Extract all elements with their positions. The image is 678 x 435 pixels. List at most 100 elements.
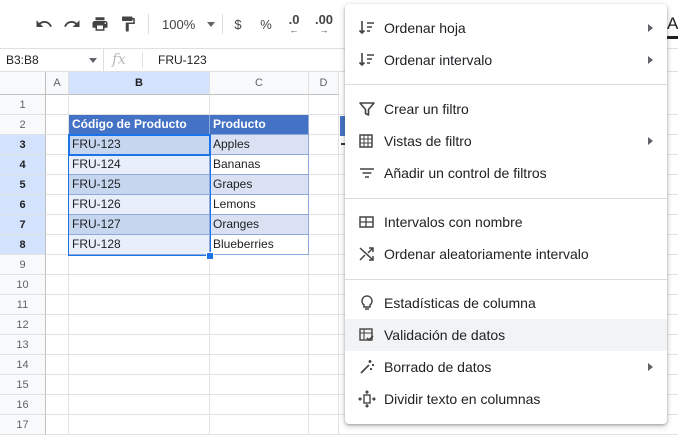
row-header[interactable]: 2 bbox=[0, 115, 46, 135]
row-header[interactable]: 5 bbox=[0, 175, 46, 195]
menu-item-filter-views[interactable]: Vistas de filtro bbox=[345, 125, 667, 157]
table-cell[interactable]: FRU-128 bbox=[69, 235, 210, 255]
table-cell[interactable]: Grapes bbox=[210, 175, 309, 195]
column-header-c[interactable]: C bbox=[210, 72, 309, 95]
sort-icon bbox=[358, 21, 374, 35]
slicer-icon bbox=[360, 168, 374, 178]
grid-line bbox=[338, 95, 339, 435]
split-columns-icon bbox=[358, 390, 376, 408]
row-header[interactable]: 7 bbox=[0, 215, 46, 235]
menu-item-label: Vistas de filtro bbox=[384, 133, 472, 149]
redo-icon bbox=[64, 20, 80, 27]
named-range-icon bbox=[359, 216, 374, 228]
row-header[interactable]: 12 bbox=[0, 315, 46, 335]
menu-item-sort-sheet[interactable]: Ordenar hoja bbox=[345, 12, 667, 44]
row-header[interactable]: 1 bbox=[0, 95, 46, 115]
zoom-select[interactable]: 100% bbox=[156, 12, 216, 36]
row-header[interactable]: 15 bbox=[0, 375, 46, 395]
menu-item-label: Intervalos con nombre bbox=[384, 214, 523, 230]
name-box[interactable]: B3:B8 bbox=[0, 49, 104, 71]
data-validation-icon bbox=[359, 328, 374, 342]
column-header-d[interactable]: D bbox=[309, 72, 339, 95]
row-header[interactable]: 8 bbox=[0, 235, 46, 255]
print-button[interactable] bbox=[88, 12, 112, 36]
row-header[interactable]: 16 bbox=[0, 395, 46, 415]
menu-item-randomize-range[interactable]: Ordenar aleatoriamente intervalo bbox=[345, 238, 667, 270]
table-cell[interactable]: FRU-124 bbox=[69, 155, 210, 175]
row-header[interactable]: 17 bbox=[0, 415, 46, 435]
text-color-button[interactable]: A bbox=[667, 14, 678, 34]
formula-input[interactable]: FRU-123 bbox=[158, 53, 207, 67]
menu-item-create-filter[interactable]: Crear un filtro bbox=[345, 93, 667, 125]
table-cell[interactable]: FRU-127 bbox=[69, 215, 210, 235]
magic-wand-icon bbox=[360, 360, 374, 374]
chevron-down-icon bbox=[207, 21, 216, 27]
menu-item-label: Ordenar intervalo bbox=[384, 52, 493, 68]
menu-item-label: Dividir texto en columnas bbox=[384, 391, 541, 407]
name-box-value: B3:B8 bbox=[6, 53, 39, 67]
table-header-cell[interactable]: Producto bbox=[210, 115, 309, 135]
table-cell[interactable]: FRU-123 bbox=[69, 135, 210, 155]
menu-divider bbox=[345, 84, 667, 85]
chevron-down-icon bbox=[89, 58, 97, 63]
column-header-a[interactable]: A bbox=[46, 72, 69, 95]
paint-format-button[interactable] bbox=[116, 12, 140, 36]
menu-item-label: Validación de datos bbox=[384, 327, 506, 343]
row-header[interactable]: 10 bbox=[0, 275, 46, 295]
toolbar-divider bbox=[222, 14, 223, 34]
table-cell[interactable]: FRU-126 bbox=[69, 195, 210, 215]
table-cell[interactable]: Bananas bbox=[210, 155, 309, 175]
fill-handle[interactable] bbox=[206, 252, 214, 260]
table-cell[interactable]: FRU-125 bbox=[69, 175, 210, 195]
menu-item-data-cleanup[interactable]: Borrado de datos bbox=[345, 351, 667, 383]
row-header[interactable]: 9 bbox=[0, 255, 46, 275]
menu-item-split-text[interactable]: Dividir texto en columnas bbox=[345, 383, 667, 415]
zoom-value: 100% bbox=[162, 16, 196, 32]
data-menu: Ordenar hoja Ordenar intervalo Crear un … bbox=[345, 4, 667, 424]
submenu-arrow-icon bbox=[648, 363, 653, 371]
redo-button[interactable] bbox=[60, 12, 84, 36]
toolbar-divider bbox=[148, 14, 149, 34]
row-header[interactable]: 3 bbox=[0, 135, 46, 155]
formula-divider bbox=[142, 52, 143, 68]
submenu-arrow-icon bbox=[648, 56, 653, 64]
currency-format-button[interactable]: $ bbox=[230, 12, 246, 36]
fx-icon: fx bbox=[112, 50, 127, 68]
menu-divider bbox=[345, 279, 667, 280]
menu-item-column-stats[interactable]: Estadísticas de columna bbox=[345, 287, 667, 319]
filter-views-icon bbox=[359, 134, 373, 148]
filter-icon bbox=[359, 102, 375, 116]
table-header-cell[interactable]: Código de Producto bbox=[69, 115, 210, 135]
menu-item-named-ranges[interactable]: Intervalos con nombre bbox=[345, 206, 667, 238]
row-header[interactable]: 14 bbox=[0, 355, 46, 375]
decrease-decimal-button[interactable]: .0 ← bbox=[282, 12, 306, 36]
menu-item-sort-range[interactable]: Ordenar intervalo bbox=[345, 44, 667, 76]
undo-icon bbox=[36, 20, 52, 27]
text-color-swatch bbox=[667, 36, 678, 39]
row-header[interactable]: 4 bbox=[0, 155, 46, 175]
row-header[interactable]: 6 bbox=[0, 195, 46, 215]
lightbulb-icon bbox=[361, 295, 373, 310]
printer-icon bbox=[92, 17, 108, 31]
row-header[interactable]: 13 bbox=[0, 335, 46, 355]
row-header[interactable]: 11 bbox=[0, 295, 46, 315]
menu-item-label: Ordenar aleatoriamente intervalo bbox=[384, 246, 589, 262]
menu-divider bbox=[345, 198, 667, 199]
menu-item-label: Borrado de datos bbox=[384, 359, 492, 375]
menu-item-label: Añadir un control de filtros bbox=[384, 165, 547, 181]
column-header-b[interactable]: B bbox=[69, 72, 210, 95]
table-cell[interactable]: Oranges bbox=[210, 215, 309, 235]
undo-button[interactable] bbox=[32, 12, 56, 36]
table-cell[interactable]: Blueberries bbox=[210, 235, 309, 255]
percent-format-button[interactable]: % bbox=[258, 12, 274, 36]
arrow-left-icon: ← bbox=[289, 25, 299, 35]
select-all-corner[interactable] bbox=[0, 72, 46, 95]
table-cell[interactable]: Apples bbox=[210, 135, 309, 155]
increase-decimal-button[interactable]: .00 → bbox=[310, 12, 338, 36]
table-cell[interactable]: Lemons bbox=[210, 195, 309, 215]
menu-item-label: Crear un filtro bbox=[384, 101, 469, 117]
menu-item-add-slicer[interactable]: Añadir un control de filtros bbox=[345, 157, 667, 189]
submenu-arrow-icon bbox=[648, 24, 653, 32]
shuffle-icon bbox=[359, 247, 374, 261]
menu-item-data-validation[interactable]: Validación de datos bbox=[345, 319, 667, 351]
